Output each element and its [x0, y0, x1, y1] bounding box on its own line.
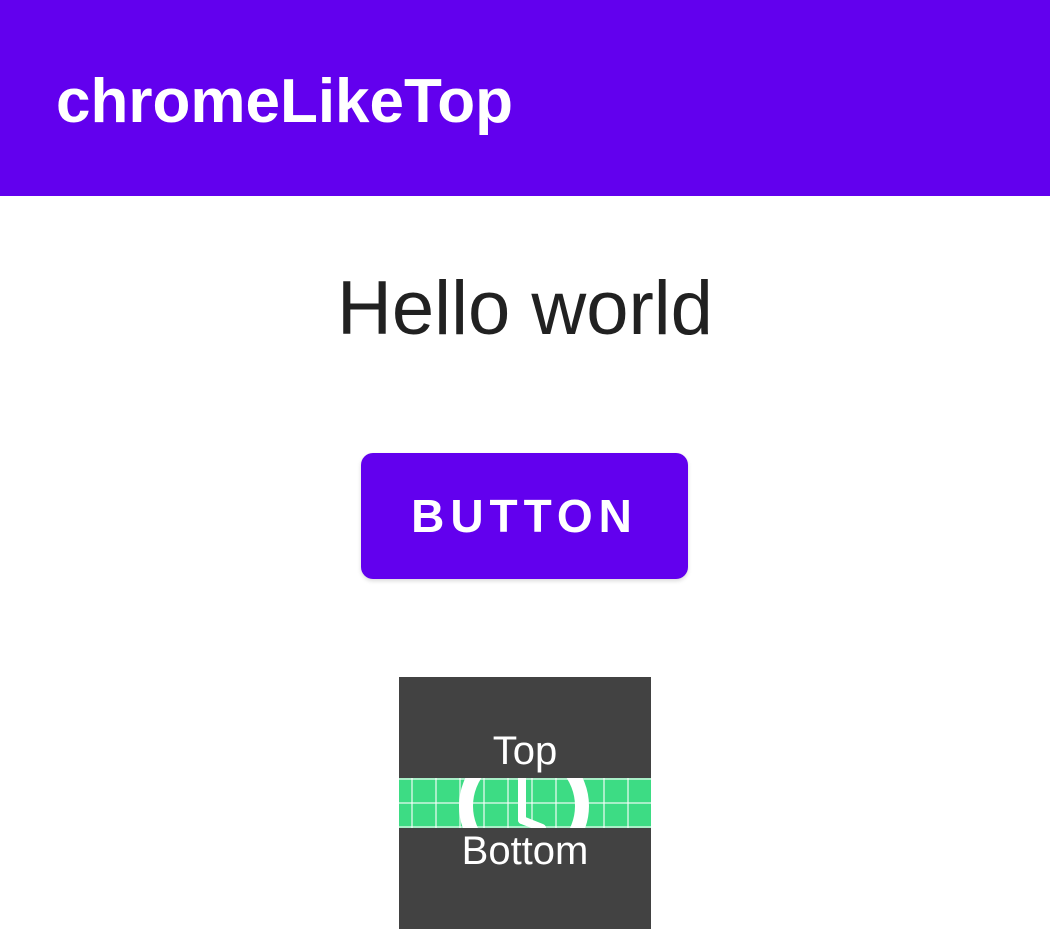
app-title: chromeLikeTop — [56, 67, 514, 136]
primary-button[interactable]: BUTTON — [361, 453, 688, 579]
main-content: Hello world BUTTON Top Bottom — [0, 196, 1050, 929]
clock-widget[interactable]: Top Bottom — [399, 677, 651, 929]
widget-top-label: Top — [492, 729, 558, 773]
app-bar: chromeLikeTop — [0, 0, 1050, 196]
hello-text: Hello world — [337, 266, 713, 351]
widget-bottom-label: Bottom — [461, 829, 589, 873]
clock-icon — [459, 778, 589, 828]
